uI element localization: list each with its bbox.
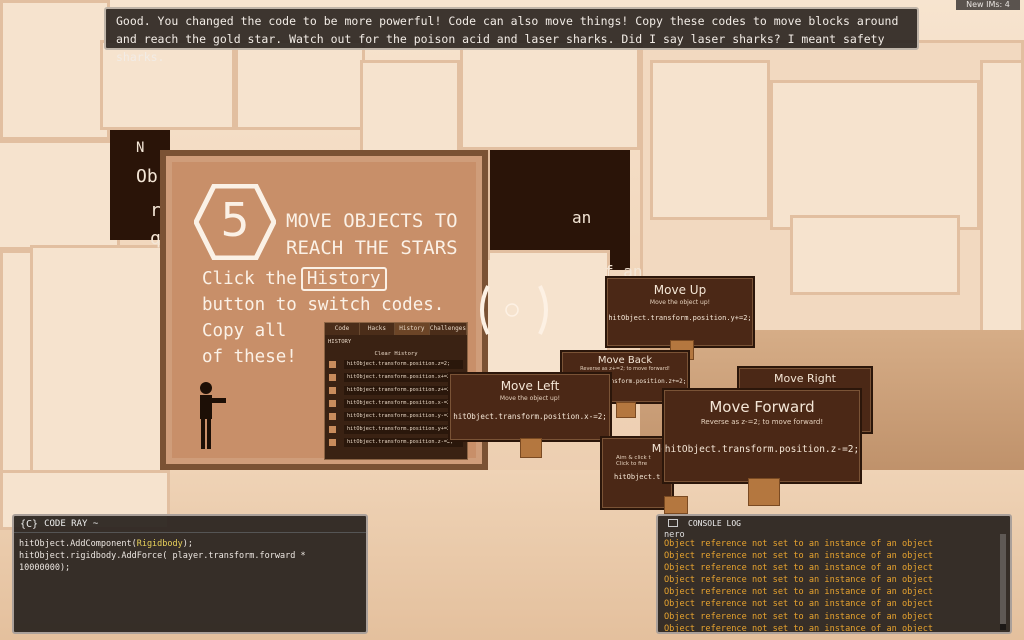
- sign-title: Move Up: [653, 283, 707, 297]
- instruction-line1: Click the: [202, 269, 297, 289]
- copy-icon: [329, 374, 336, 381]
- player-figure-icon: [200, 382, 226, 449]
- mini-clear-history: Clear History: [374, 351, 418, 357]
- wall-block: [790, 215, 960, 295]
- wall-block: [0, 0, 110, 140]
- code-ray-panel[interactable]: {C} CODE RAY ~ hitObject.AddComponent(Ri…: [12, 514, 368, 634]
- mini-row: hitObject.transform.position.x+=2;: [329, 372, 463, 383]
- instruction-line2: button to switch codes.: [202, 295, 445, 315]
- mini-row: hitObject.transform.position.z=2;: [329, 359, 463, 370]
- copy-icon: [329, 361, 336, 368]
- copy-icon: [329, 426, 336, 433]
- sign-title: Move Back: [597, 355, 653, 366]
- crate: [616, 402, 636, 418]
- console-line: Object reference not set to an instance …: [664, 587, 934, 598]
- board-title: MOVE OBJECTS TO REACH THE STARS: [286, 208, 458, 262]
- new-ims-button[interactable]: New IMs: 4: [956, 0, 1020, 10]
- crate: [664, 496, 688, 514]
- mini-tab-challenges: Challenges: [429, 323, 467, 335]
- sign-code: hitObject.transform.position.z-=2;: [664, 444, 860, 455]
- console-body: hero Object reference not set to an inst…: [658, 530, 1010, 632]
- sign-code: hitObject.transform.position.x-=2;: [453, 412, 607, 421]
- code-ray-header: {C} CODE RAY ~: [14, 516, 366, 533]
- wall-block: [235, 40, 365, 130]
- console-scrollbar[interactable]: [1000, 534, 1006, 630]
- code-line: hitObject.AddComponent(Rigidbody);: [19, 539, 194, 549]
- history-label: History: [300, 267, 387, 291]
- step-number: 5: [220, 193, 250, 247]
- sign-desc: Move the object up!: [649, 299, 711, 306]
- console-line: Object reference not set to an instance …: [664, 599, 934, 610]
- console-line: Object reference not set to an instance …: [664, 611, 934, 622]
- code-icon: {C}: [20, 518, 39, 530]
- mini-row: hitObject.transform.position.x-=2;: [329, 398, 463, 409]
- console-icon: [668, 519, 678, 527]
- wall-block: [770, 80, 980, 230]
- crate: [520, 438, 542, 458]
- console-header: CONSOLE LOG: [658, 516, 1010, 530]
- wall-block: [460, 40, 640, 150]
- copy-icon: [329, 400, 336, 407]
- scrollbar-thumb[interactable]: [1000, 534, 1006, 624]
- bg-text: an: [572, 208, 592, 227]
- tutorial-message: Good. You changed the code to be more po…: [104, 7, 919, 64]
- sign-code: hitObject.transform.position.y+=2;: [608, 314, 752, 322]
- code-ray-title: CODE RAY ~: [44, 519, 99, 529]
- code-editor[interactable]: hitObject.AddComponent(Rigidbody); hitOb…: [14, 533, 366, 579]
- crosshair-icon: [480, 285, 548, 335]
- sign-title: Move Forward: [709, 398, 815, 416]
- console-log-panel: CONSOLE LOG hero Object reference not se…: [656, 514, 1012, 634]
- copy-icon: [329, 387, 336, 394]
- wall-block: [980, 60, 1024, 340]
- title-line2: REACH THE STARS: [286, 237, 458, 259]
- sign-move-up[interactable]: Move Up Move the object up! hitObject.tr…: [605, 276, 755, 348]
- copy-icon: [329, 413, 336, 420]
- mini-tab-history: History: [394, 323, 430, 335]
- sign-desc: Move the object up!: [499, 395, 561, 402]
- mini-tab-hacks: Hacks: [359, 323, 395, 335]
- mini-row: hitObject.transform.position.z+=2;: [329, 385, 463, 396]
- bg-text: Ob: [136, 166, 158, 187]
- console-line: Object reference not set to an instance …: [664, 539, 934, 549]
- sign-title: Move Left: [500, 379, 560, 393]
- console-line: Object reference not set to an instance …: [664, 623, 934, 632]
- crate: [748, 478, 780, 506]
- mini-row: hitObject.transform.position.z-=2;: [329, 437, 463, 448]
- wall-block: [650, 60, 770, 220]
- sign-title: Move Right: [774, 372, 836, 385]
- instruction-board: 5 MOVE OBJECTS TO REACH THE STARS Click …: [160, 150, 488, 470]
- mini-row: hitObject.transform.position.y-=2;: [329, 411, 463, 422]
- wall-block: [360, 60, 460, 160]
- console-line: Object reference not set to an instance …: [664, 551, 934, 562]
- sign-move-left[interactable]: Move Left Move the object up! hitObject.…: [448, 372, 612, 442]
- history-panel-preview: Code Hacks History Challenges HISTORY Cl…: [324, 322, 468, 460]
- mini-tabs: Code Hacks History Challenges: [325, 323, 467, 335]
- wall-block: [0, 140, 120, 250]
- console-title: CONSOLE LOG: [688, 518, 741, 528]
- sign-desc: Reverse as z-=2; to move forward!: [700, 418, 824, 426]
- console-line: Object reference not set to an instance …: [664, 575, 934, 586]
- title-line1: MOVE OBJECTS TO: [286, 210, 458, 232]
- copy-icon: [329, 439, 336, 446]
- bg-text: N: [136, 140, 145, 156]
- code-line: hitObject.rigidbody.AddForce( player.tra…: [19, 551, 306, 573]
- console-line: Object reference not set to an instance …: [664, 563, 934, 574]
- board-face: 5 MOVE OBJECTS TO REACH THE STARS Click …: [172, 162, 476, 460]
- sign-move-forward[interactable]: Move Forward Reverse as z-=2; to move fo…: [662, 388, 862, 484]
- mini-tab-code: Code: [325, 323, 360, 335]
- mini-section-label: HISTORY: [328, 339, 352, 345]
- mini-row: hitObject.transform.position.y+=2;: [329, 424, 463, 435]
- wall-block: [30, 245, 170, 485]
